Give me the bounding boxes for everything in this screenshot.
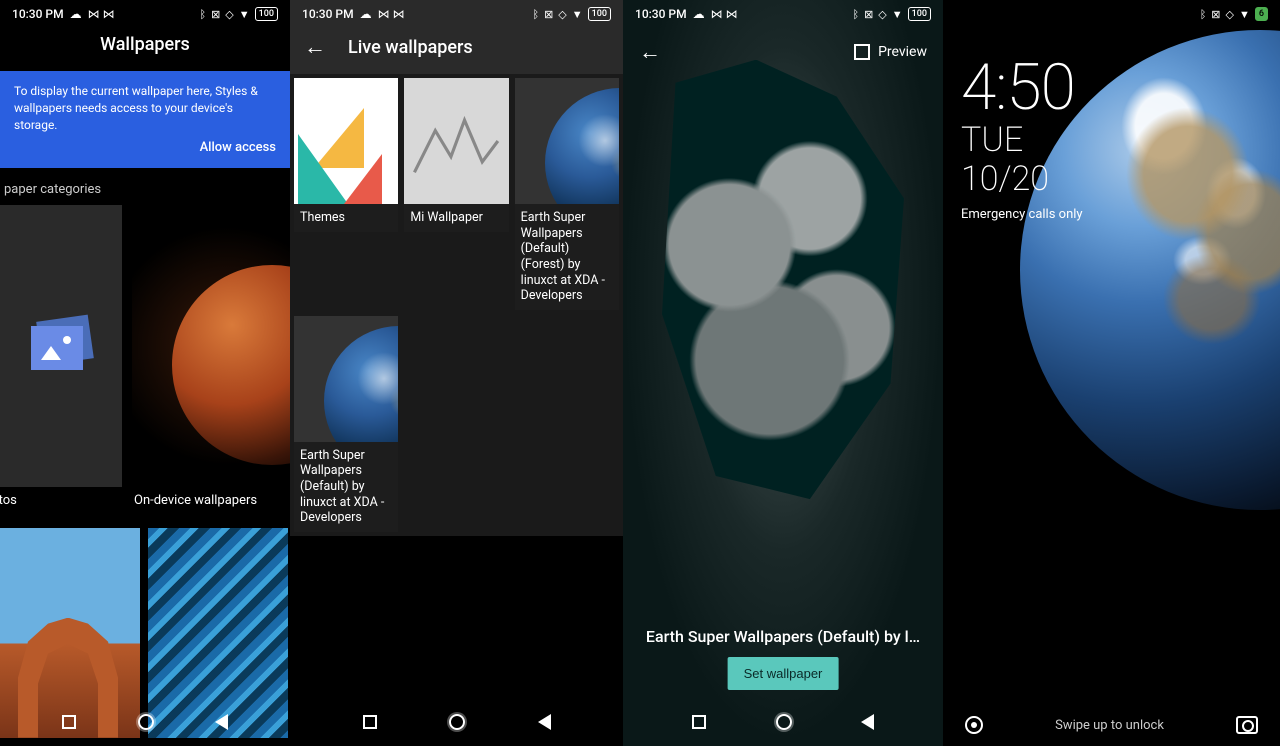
section-header: paper categories xyxy=(0,168,290,205)
wallpaper-item-earth-forest[interactable]: Earth Super Wallpapers (Default) (Forest… xyxy=(515,78,619,310)
item-label: Mi Wallpaper xyxy=(404,204,508,232)
wallpaper-item-mi[interactable]: Mi Wallpaper xyxy=(404,78,508,310)
m-icon: ⋈ ⋈ xyxy=(378,7,405,21)
item-label: Earth Super Wallpapers (Default) by linu… xyxy=(294,442,398,532)
wifi-icon: ◇ xyxy=(878,8,886,21)
status-bar: ᛒ ⊠ ◇ ▼ 6 xyxy=(943,0,1280,28)
photos-icon xyxy=(27,318,91,374)
vibrate-icon: ⊠ xyxy=(211,8,220,21)
battery-icon: 100 xyxy=(908,7,931,21)
allow-access-button[interactable]: Allow access xyxy=(14,139,276,157)
cloud-icon: ☁ xyxy=(693,7,705,21)
item-label: Themes xyxy=(294,204,398,232)
preview-checkbox[interactable]: Preview xyxy=(854,44,927,60)
bluetooth-icon: ᛒ xyxy=(852,8,859,21)
bluetooth-icon: ᛒ xyxy=(1200,8,1207,21)
battery-icon: 100 xyxy=(255,7,278,21)
nav-bar xyxy=(290,698,623,746)
back-arrow-icon[interactable]: ← xyxy=(639,39,661,65)
earth-thumb xyxy=(515,78,619,204)
nav-back-icon[interactable] xyxy=(538,714,551,730)
wallpaper-item-themes[interactable]: Themes xyxy=(294,78,398,310)
nav-bar xyxy=(623,698,943,746)
cloud-icon: ☁ xyxy=(70,7,82,21)
nav-home-icon[interactable] xyxy=(776,714,792,730)
wallpaper-item-earth-default[interactable]: Earth Super Wallpapers (Default) by linu… xyxy=(294,316,398,532)
assistant-icon[interactable] xyxy=(965,716,983,734)
page-title: Live wallpapers xyxy=(348,37,473,58)
signal-icon: ▼ xyxy=(572,8,583,21)
preview-header: ← Preview xyxy=(623,28,943,76)
status-time: 10:30 PM xyxy=(302,7,354,21)
live-wallpapers-screen: 10:30 PM ☁ ⋈ ⋈ ᛒ ⊠ ◇ ▼ 100 ← Live wallpa… xyxy=(290,0,623,746)
status-bar: 10:30 PM ☁ ⋈ ⋈ ᛒ ⊠ ◇ ▼ 100 xyxy=(623,0,943,28)
emergency-text: Emergency calls only xyxy=(961,207,1083,222)
wallpaper-grid: Themes Mi Wallpaper Earth Super Wallpape… xyxy=(290,74,623,536)
on-device-wallpapers-card[interactable] xyxy=(132,205,290,487)
status-bar: 10:30 PM ☁ ⋈ ⋈ ᛒ ⊠ ◇ ▼ 100 xyxy=(290,0,623,28)
earth-thumb xyxy=(294,316,398,442)
preview-label: Preview xyxy=(878,44,927,60)
nav-recent-icon[interactable] xyxy=(62,715,76,729)
nav-bar xyxy=(0,698,290,746)
nav-back-icon[interactable] xyxy=(215,714,228,730)
lock-time: 4:50 xyxy=(961,56,1083,120)
nav-recent-icon[interactable] xyxy=(692,715,706,729)
wallpaper-name: Earth Super Wallpapers (Default) by l… xyxy=(623,627,943,646)
bluetooth-icon: ᛒ xyxy=(199,8,206,21)
signal-icon: ▼ xyxy=(239,8,250,21)
battery-icon: 6 xyxy=(1255,7,1268,21)
lock-date: 10/20 xyxy=(961,161,1083,198)
wifi-icon: ◇ xyxy=(1226,8,1234,21)
permission-banner: To display the current wallpaper here, S… xyxy=(0,71,290,168)
lock-bottom-row: Swipe up to unlock xyxy=(943,716,1280,734)
wifi-icon: ◇ xyxy=(225,8,233,21)
nav-recent-icon[interactable] xyxy=(363,715,377,729)
my-photos-label: hotos xyxy=(0,493,108,508)
item-label: Earth Super Wallpapers (Default) (Forest… xyxy=(515,204,619,310)
on-device-label: On-device wallpapers xyxy=(108,493,257,508)
nav-back-icon[interactable] xyxy=(861,714,874,730)
lock-day: TUE xyxy=(961,122,1083,159)
vibrate-icon: ⊠ xyxy=(544,8,553,21)
m-icon: ⋈ ⋈ xyxy=(711,7,738,21)
mars-image xyxy=(172,265,290,465)
bluetooth-icon: ᛒ xyxy=(532,8,539,21)
status-time: 10:30 PM xyxy=(635,7,687,21)
camera-icon[interactable] xyxy=(1236,716,1258,734)
status-time: 10:30 PM xyxy=(12,7,64,21)
nav-home-icon[interactable] xyxy=(449,714,465,730)
banner-text: To display the current wallpaper here, S… xyxy=(14,83,276,133)
m-icon: ⋈ ⋈ xyxy=(88,7,115,21)
wifi-icon: ◇ xyxy=(558,8,566,21)
battery-icon: 100 xyxy=(588,7,611,21)
lock-clock: 4:50 TUE 10/20 Emergency calls only xyxy=(961,56,1083,222)
my-photos-card[interactable] xyxy=(0,205,122,487)
signal-icon: ▼ xyxy=(892,8,903,21)
lock-screen: ᛒ ⊠ ◇ ▼ 6 4:50 TUE 10/20 Emergency calls… xyxy=(943,0,1280,746)
set-wallpaper-button[interactable]: Set wallpaper xyxy=(728,657,839,690)
status-bar: 10:30 PM ☁ ⋈ ⋈ ᛒ ⊠ ◇ ▼ 100 xyxy=(0,0,290,28)
wallpaper-preview-screen: 10:30 PM ☁ ⋈ ⋈ ᛒ ⊠ ◇ ▼ 100 ← Preview Ear… xyxy=(623,0,943,746)
checkbox-icon xyxy=(854,44,870,60)
swipe-hint[interactable]: Swipe up to unlock xyxy=(1055,718,1164,733)
vibrate-icon: ⊠ xyxy=(864,8,873,21)
back-arrow-icon[interactable]: ← xyxy=(304,34,326,60)
vibrate-icon: ⊠ xyxy=(1211,8,1220,21)
signal-icon: ▼ xyxy=(1239,8,1250,21)
cloud-icon: ☁ xyxy=(360,7,372,21)
themes-thumb xyxy=(294,78,398,204)
mi-wallpaper-thumb xyxy=(404,78,508,204)
nav-home-icon[interactable] xyxy=(138,714,154,730)
wallpapers-screen: 10:30 PM ☁ ⋈ ⋈ ᛒ ⊠ ◇ ▼ 100 Wallpapers To… xyxy=(0,0,290,746)
